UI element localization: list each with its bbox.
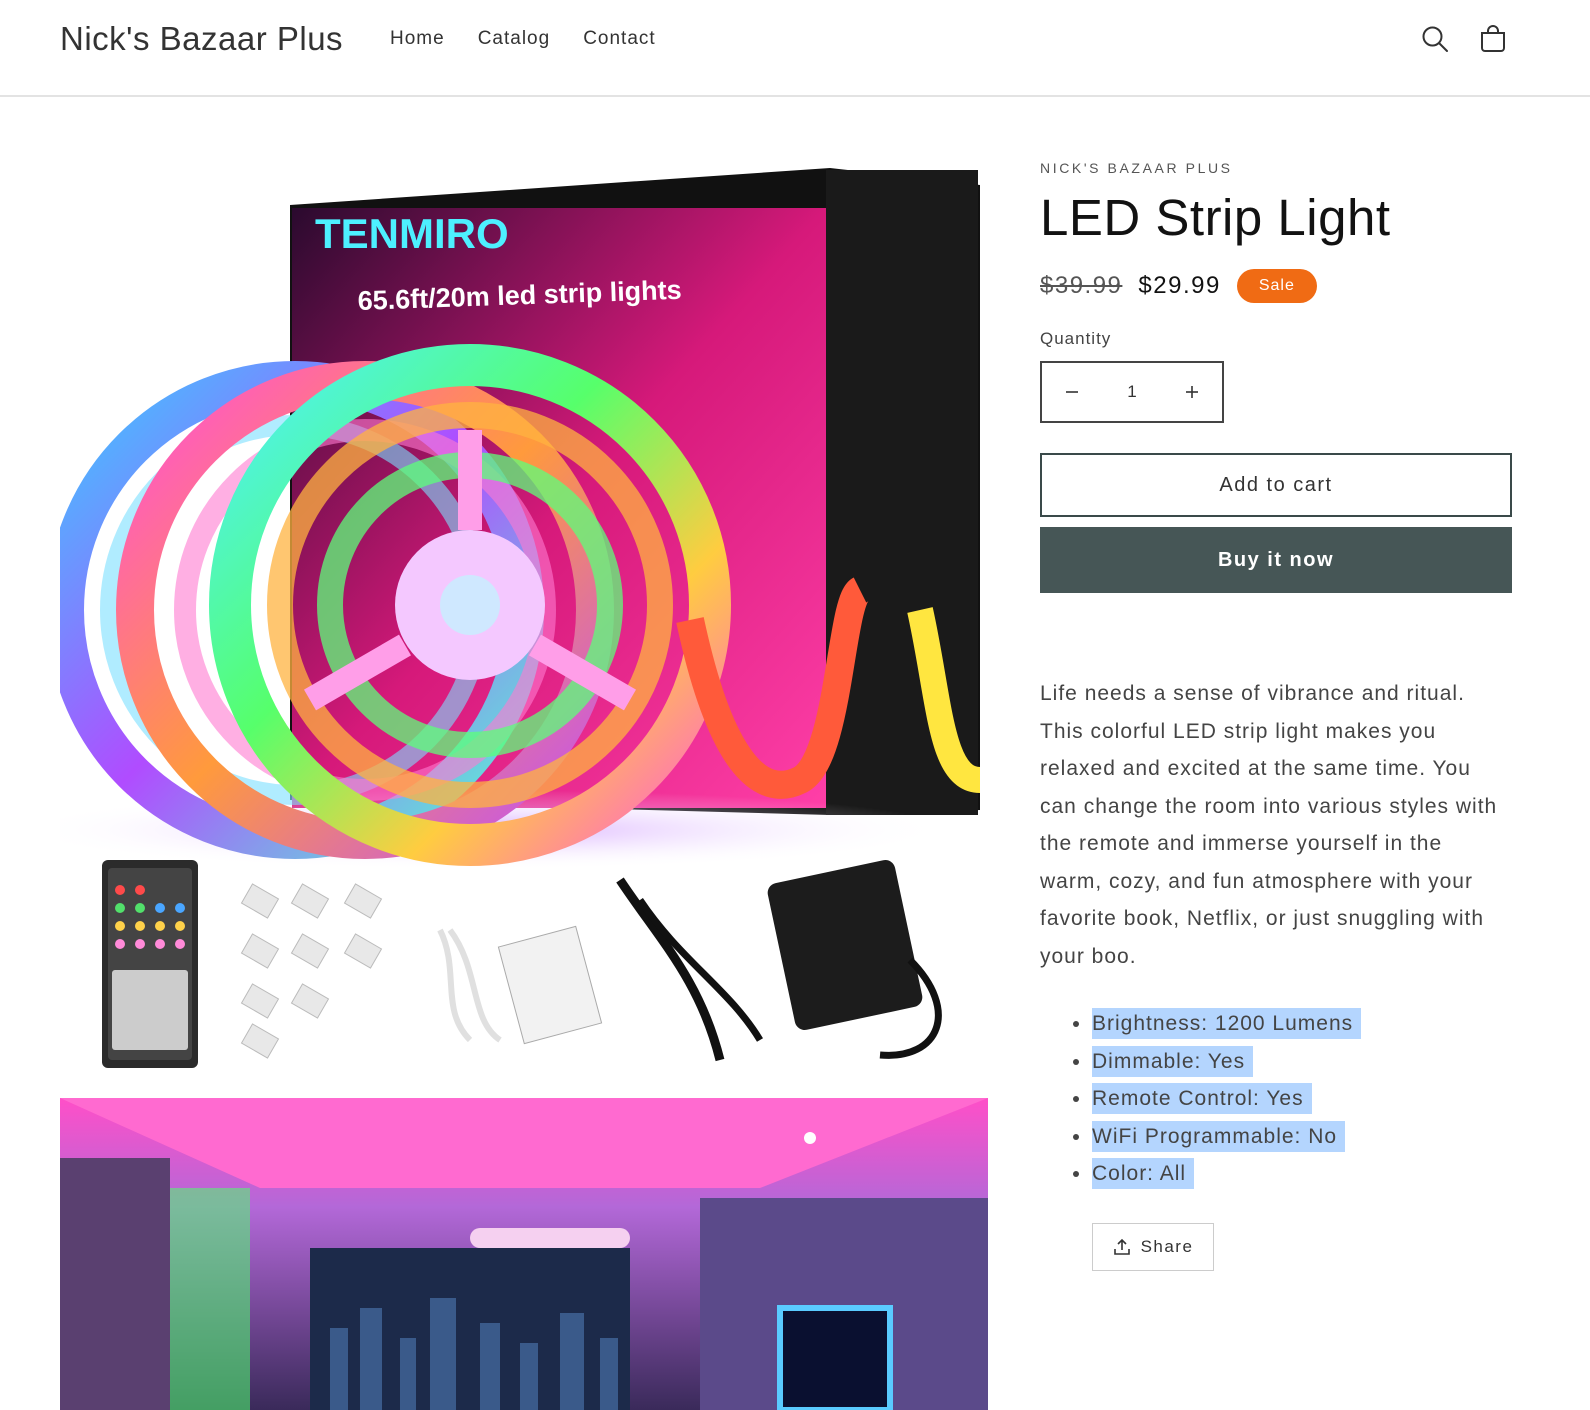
product-specs-list: Brightness: 1200 Lumens Dimmable: Yes Re… [1040,1005,1510,1193]
nav-catalog[interactable]: Catalog [478,28,551,50]
spec-brightness: Brightness: 1200 Lumens [1092,1008,1362,1039]
store-logo[interactable]: Nick's Bazaar Plus [60,20,343,58]
search-icon[interactable] [1418,22,1452,56]
list-item: Brightness: 1200 Lumens [1092,1005,1510,1043]
plus-icon [1186,386,1198,398]
quantity-decrease-button[interactable] [1052,372,1092,412]
product-title: LED Strip Light [1040,189,1391,246]
list-item: Color: All [1092,1155,1510,1193]
nav-home[interactable]: Home [390,28,445,50]
quantity-stepper [1040,361,1224,423]
add-to-cart-button[interactable]: Add to cart [1040,453,1512,517]
share-button[interactable]: Share [1092,1222,1214,1271]
list-item: Remote Control: Yes [1092,1080,1510,1118]
sale-price: $29.99 [1138,272,1221,299]
product-vendor: NICK'S BAZAAR PLUS [1040,160,1233,176]
box-brand-text: TENMIRO [315,210,509,257]
spec-remote-control: Remote Control: Yes [1092,1083,1312,1114]
nav-contact[interactable]: Contact [583,28,655,50]
site-header: Nick's Bazaar Plus Home Catalog Contact [0,0,1590,97]
quantity-input[interactable] [1102,382,1162,402]
minus-icon [1066,391,1078,393]
spec-color: Color: All [1092,1158,1195,1189]
product-description: Life needs a sense of vibrance and ritua… [1040,682,1498,968]
share-icon [1113,1238,1130,1255]
quantity-label: Quantity [1040,329,1112,348]
price-row: $39.99 $29.99 Sale [1040,269,1510,303]
product-gallery: TENMIRO 65.6ft/20m led strip lights [60,140,988,1410]
sale-badge: Sale [1236,269,1317,303]
spec-wifi-programmable: WiFi Programmable: No [1092,1120,1346,1152]
product-info: NICK'S BAZAAR PLUS LED Strip Light $39.9… [1040,160,1512,1271]
quantity-increase-button[interactable] [1172,372,1212,412]
main-nav: Home Catalog Contact [390,28,689,50]
product-image-main[interactable]: TENMIRO 65.6ft/20m led strip lights [60,140,988,1080]
buy-it-now-button[interactable]: Buy it now [1040,527,1512,593]
product-image-room[interactable] [60,1098,988,1410]
share-label: Share [1140,1236,1194,1256]
spec-dimmable: Dimmable: Yes [1092,1045,1254,1077]
cart-icon[interactable] [1476,22,1510,56]
list-item: Dimmable: Yes [1092,1043,1510,1081]
list-item: WiFi Programmable: No [1092,1118,1510,1156]
compare-at-price: $39.99 [1040,272,1123,299]
